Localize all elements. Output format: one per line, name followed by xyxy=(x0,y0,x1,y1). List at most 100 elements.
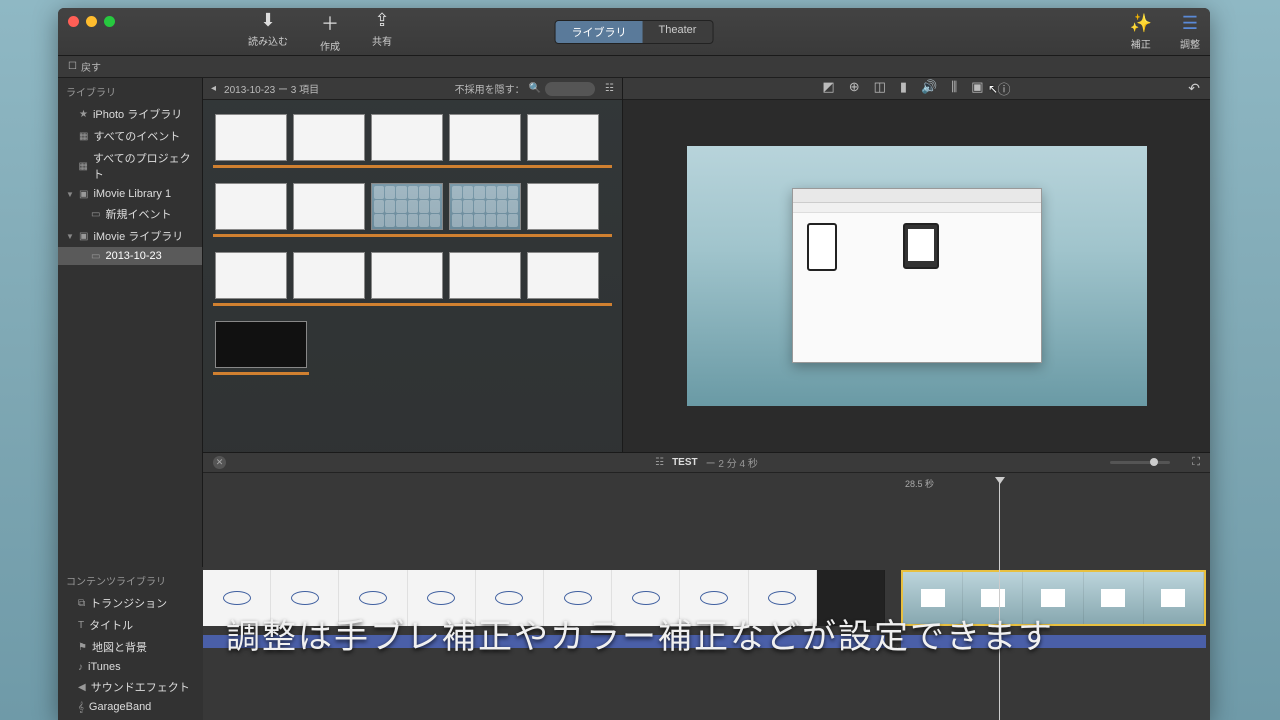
sidebar-item[interactable]: ▭ 新規イベント xyxy=(58,203,202,225)
timeline-panel: ✕ ☷ TEST ー 2 分 4 秒 ⛶ 28.5 秒 xyxy=(203,452,1210,720)
content-lib-item-icon: ◀ xyxy=(78,682,86,693)
clip-row[interactable] xyxy=(211,110,614,165)
content-lib-item-icon: ⧉ xyxy=(78,598,85,609)
sidebar-item-icon: ▭ xyxy=(91,209,100,220)
sidebar-item-label: iMovie Library 1 xyxy=(93,188,171,200)
noise-equalizer-icon[interactable]: ⫼ xyxy=(951,79,957,98)
clip-thumb[interactable] xyxy=(371,252,443,299)
thumbnails-area[interactable] xyxy=(203,100,622,452)
close-timeline-icon[interactable]: ✕ xyxy=(213,456,226,469)
timeline-header: ✕ ☷ TEST ー 2 分 4 秒 ⛶ xyxy=(203,453,1210,473)
sidebar-item-label: iPhoto ライブラリ xyxy=(93,106,182,122)
sidebar-item[interactable]: ▼ ▣ iMovie ライブラリ xyxy=(58,225,202,247)
sidebar-item-label: iMovie ライブラリ xyxy=(93,228,183,244)
stabilization-icon[interactable]: ▮ xyxy=(900,79,907,98)
clip-thumb[interactable] xyxy=(371,114,443,161)
event-browser-back-icon[interactable]: ◂ xyxy=(211,83,216,94)
import-button[interactable]: ⬇ 読み込む xyxy=(248,10,288,53)
iphone-device-icon xyxy=(807,223,837,271)
tab-library[interactable]: ライブラリ xyxy=(556,21,643,43)
preview-content-window xyxy=(792,188,1042,363)
content-lib-item[interactable]: 𝄞GarageBand xyxy=(58,698,203,716)
import-label: 読み込む xyxy=(248,33,288,48)
minimize-window-button[interactable] xyxy=(86,16,97,27)
tab-theater[interactable]: Theater xyxy=(643,21,713,43)
adjustment-toolbar: ◩ ⊕ ◫ ▮ 🔊 ⫼ ▣ ⓘ ↶ xyxy=(623,78,1210,100)
clip-thumb[interactable] xyxy=(293,252,365,299)
sidebar-item-label: 新規イベント xyxy=(105,206,171,222)
sliders-icon: ☰ xyxy=(1182,13,1198,34)
main-toolbar: ⬇ 読み込む ＋ 作成 ⇪ 共有 xyxy=(248,10,392,53)
enhance-button[interactable]: ✨ 補正 xyxy=(1130,13,1152,51)
clip-row[interactable] xyxy=(211,179,614,234)
speed-icon[interactable]: ▣ xyxy=(971,79,983,98)
clip-thumb[interactable] xyxy=(371,183,443,230)
create-button[interactable]: ＋ 作成 xyxy=(320,10,340,53)
wand-icon: ✨ xyxy=(1130,13,1152,34)
viewer-panel: ◩ ⊕ ◫ ▮ 🔊 ⫼ ▣ ⓘ ↶ xyxy=(623,78,1210,452)
sidebar-item-label: すべてのイベント xyxy=(93,128,180,144)
share-button[interactable]: ⇪ 共有 xyxy=(372,10,392,53)
crop-icon[interactable]: ◫ xyxy=(874,79,886,98)
back-icon[interactable]: ☐ xyxy=(68,61,77,72)
clip-thumb[interactable] xyxy=(215,114,287,161)
clip-thumb[interactable] xyxy=(215,321,307,368)
search-input[interactable] xyxy=(545,82,595,96)
clip-thumb[interactable] xyxy=(527,114,599,161)
sidebar-item[interactable]: ▦ すべてのイベント xyxy=(58,125,202,147)
clip-row[interactable] xyxy=(211,248,614,303)
titlebar: ⬇ 読み込む ＋ 作成 ⇪ 共有 ライブラリ Theater ✨ 補正 ☰ 調整 xyxy=(58,8,1210,56)
subtitle-caption: 調整は手ブレ補正やカラー補正などが設定できます xyxy=(0,609,1280,658)
content-lib-item-label: GarageBand xyxy=(89,701,151,713)
window-controls xyxy=(68,16,115,27)
sidebar-item[interactable]: ★ iPhoto ライブラリ xyxy=(58,103,202,125)
clip-thumb[interactable] xyxy=(449,183,521,230)
content-lib-item-label: サウンドエフェクト xyxy=(91,679,190,695)
right-toolbar: ✨ 補正 ☰ 調整 xyxy=(1130,13,1200,51)
timeline-body[interactable]: 28.5 秒 xyxy=(203,473,1210,720)
sidebar-item[interactable]: ▭2013-10-23 xyxy=(58,247,202,265)
close-window-button[interactable] xyxy=(68,16,79,27)
subbar: ☐ 戻す xyxy=(58,56,1210,78)
playhead[interactable] xyxy=(999,477,1000,720)
list-view-icon[interactable]: ☷ xyxy=(605,83,614,94)
clip-thumb[interactable] xyxy=(215,183,287,230)
volume-icon[interactable]: 🔊 xyxy=(921,79,937,98)
viewer-canvas[interactable] xyxy=(623,100,1210,452)
adjust-button[interactable]: ☰ 調整 xyxy=(1180,13,1200,51)
clip-thumb[interactable] xyxy=(215,252,287,299)
search-icon[interactable]: 🔍 xyxy=(529,83,541,94)
content-lib-item[interactable]: ◀ サウンドエフェクト xyxy=(58,676,203,698)
sidebar-item-icon: ▭ xyxy=(91,251,100,262)
content-lib-item-label: iTunes xyxy=(88,661,121,673)
clip-thumb[interactable] xyxy=(527,183,599,230)
zoom-slider[interactable] xyxy=(1110,461,1170,464)
clip-thumb[interactable] xyxy=(449,252,521,299)
back-label[interactable]: 戻す xyxy=(81,59,101,74)
sidebar-item[interactable]: ▼ ▣ iMovie Library 1 xyxy=(58,185,202,203)
sidebar-item-icon: ▦ xyxy=(79,131,88,142)
disclosure-triangle-icon[interactable]: ▼ xyxy=(66,232,74,241)
sidebar-item-icon: ★ xyxy=(79,109,88,120)
expand-timeline-icon[interactable]: ⛶ xyxy=(1192,456,1200,469)
clip-row[interactable] xyxy=(211,317,311,372)
info-icon[interactable]: ⓘ xyxy=(998,79,1011,98)
clip-thumb[interactable] xyxy=(293,183,365,230)
project-duration: ー 2 分 4 秒 xyxy=(706,455,758,470)
color-balance-icon[interactable]: ◩ xyxy=(822,79,834,98)
sidebar-item[interactable]: ▦すべてのプロジェクト xyxy=(58,147,202,185)
zoom-window-button[interactable] xyxy=(104,16,115,27)
plus-icon: ＋ xyxy=(321,10,339,36)
create-label: 作成 xyxy=(320,38,340,53)
sidebar-item-icon: ▣ xyxy=(79,189,88,200)
project-name: TEST xyxy=(672,457,698,468)
clip-thumb[interactable] xyxy=(527,252,599,299)
color-correction-icon[interactable]: ⊕ xyxy=(849,79,860,98)
disclosure-triangle-icon[interactable]: ▼ xyxy=(66,190,74,199)
adjust-label: 調整 xyxy=(1180,36,1200,51)
content-lib-item[interactable]: ♪iTunes xyxy=(58,658,203,676)
undo-icon[interactable]: ↶ xyxy=(1188,80,1200,97)
clip-thumb[interactable] xyxy=(293,114,365,161)
clip-thumb[interactable] xyxy=(449,114,521,161)
sidebar-item-icon: ▣ xyxy=(79,231,88,242)
